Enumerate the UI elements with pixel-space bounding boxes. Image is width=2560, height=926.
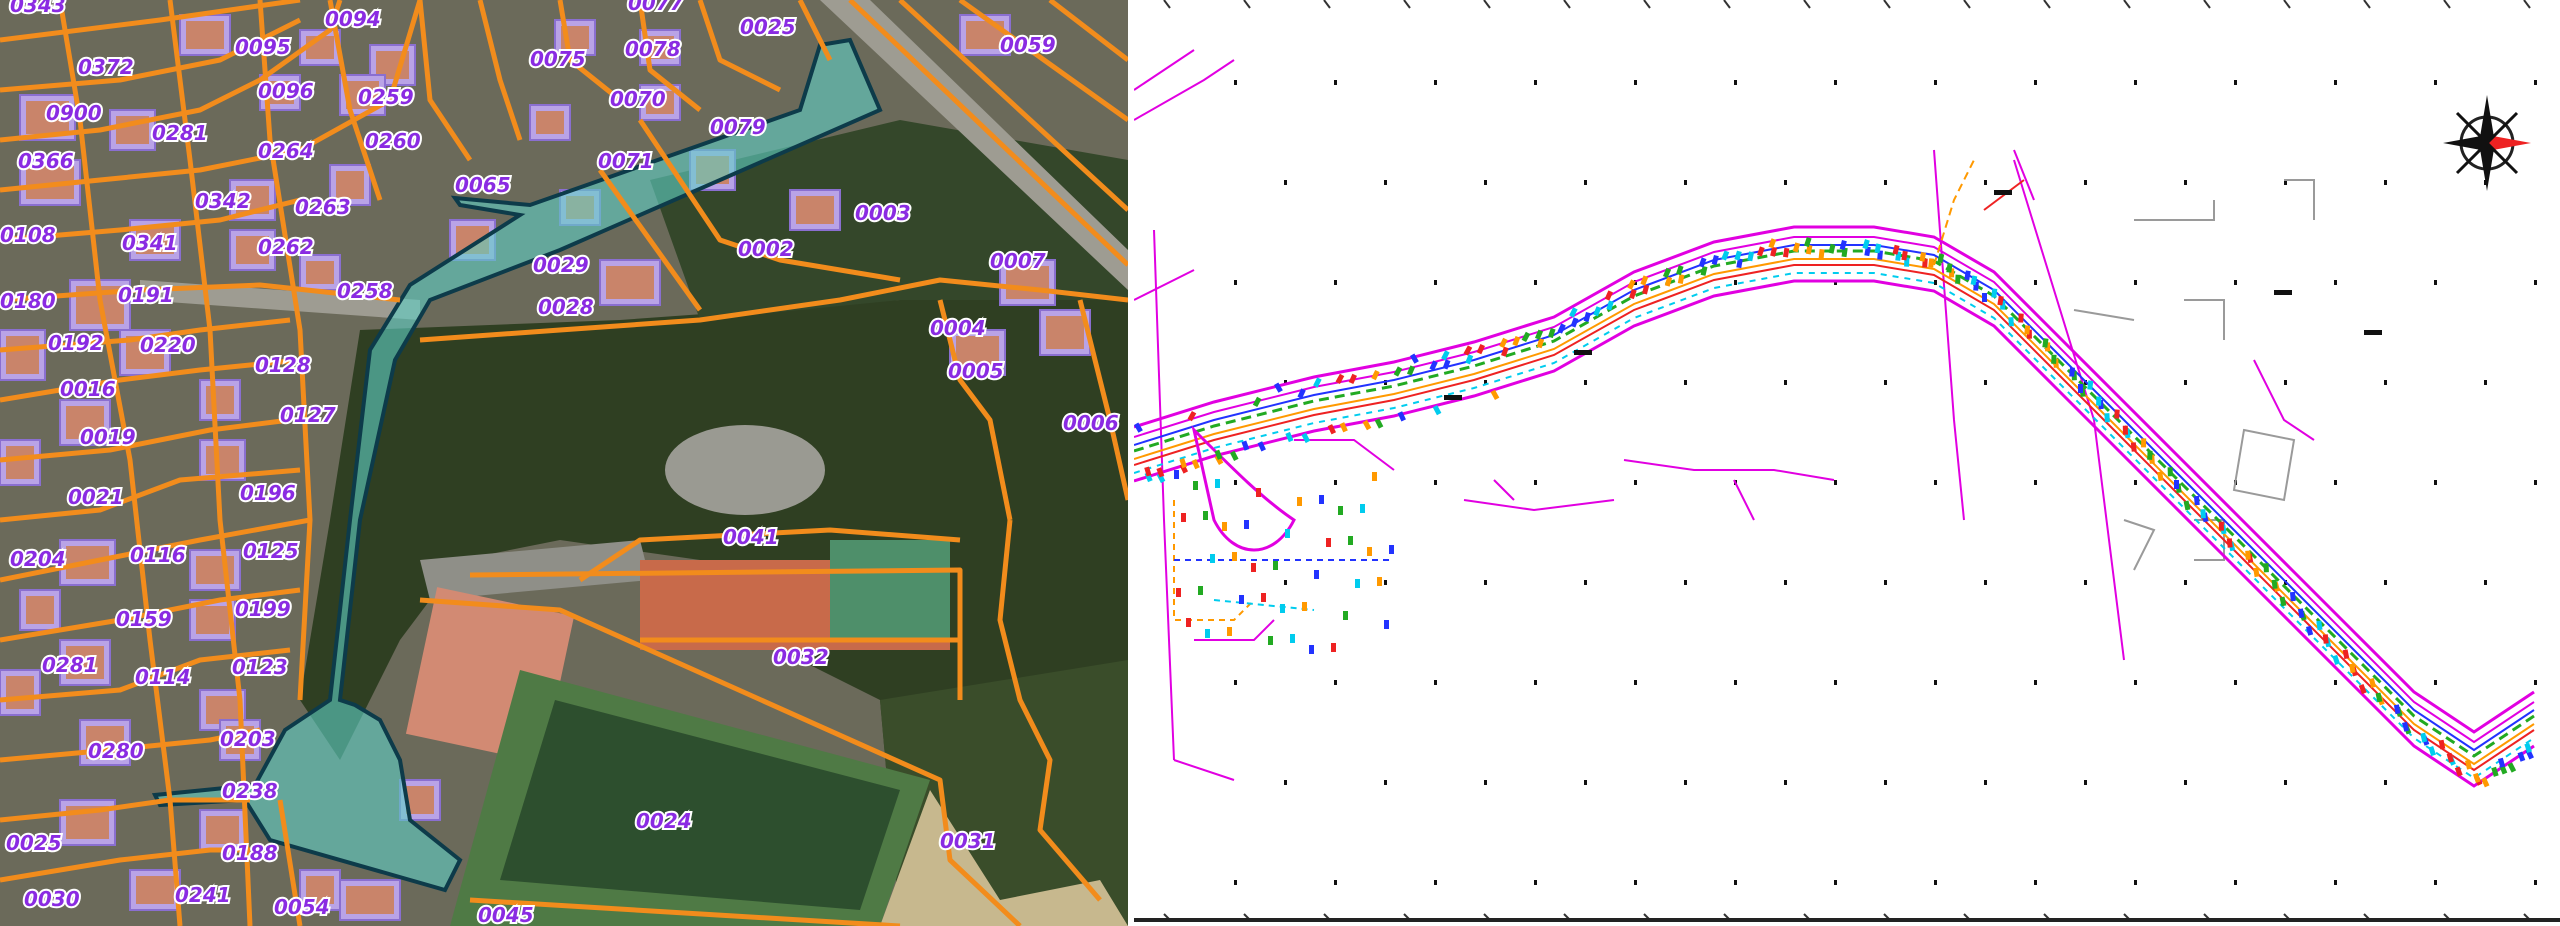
parcel-label: 0004	[930, 316, 986, 340]
parcel-label: 0188	[222, 841, 278, 865]
parcel-label: 0019	[80, 425, 136, 449]
parcel-label: 0108	[0, 223, 56, 247]
parcel-label: 0264	[258, 139, 314, 163]
parcel-label: 0059	[1000, 33, 1056, 57]
parcel-label: 0094	[325, 7, 381, 31]
parcel-label: 0077	[628, 0, 684, 15]
parcel-label: 0192	[48, 331, 104, 355]
parcel-label: 0372	[78, 55, 134, 79]
parcel-label: 0220	[140, 333, 196, 357]
parcel-label: 0262	[258, 235, 314, 259]
parcel-label: 0071	[598, 149, 654, 173]
parcel-label: 0281	[42, 653, 98, 677]
parcel-label: 0045	[478, 903, 534, 926]
parcel-label: 0006	[1063, 411, 1119, 435]
parcel-label: 0259	[358, 85, 414, 109]
parcel-label: 0031	[940, 829, 996, 853]
parcel-label: 0260	[365, 129, 421, 153]
parcel-label: 0025	[740, 15, 796, 39]
parcel-label: 0005	[948, 359, 1004, 383]
parcel-label: 0123	[232, 655, 288, 679]
parcel-label: 0002	[738, 237, 794, 261]
parcel-label: 0281	[152, 121, 208, 145]
parcel-label: 0343	[10, 0, 66, 17]
parcel-label: 0030	[24, 887, 80, 911]
tennis-court-green	[830, 540, 950, 640]
parcel-label: 0341	[122, 231, 178, 255]
parcel-label: 0241	[175, 883, 231, 907]
parcel-label: 0028	[538, 295, 594, 319]
parcel-label: 0342	[195, 189, 251, 213]
parcel-label: 0125	[243, 539, 299, 563]
parcel-label: 0900	[46, 101, 102, 125]
parcel-label: 0075	[530, 47, 586, 71]
parcel-label: 0032	[773, 645, 829, 669]
cad-survey-plan[interactable]	[1134, 0, 2560, 926]
aerial-map-canvas: 0343 0094 0077 0025 0059 0372 0095 0075 0078 0096…	[0, 0, 1128, 926]
parcel-label: 0280	[88, 739, 144, 763]
parcel-label: 0029	[533, 253, 589, 277]
parcel-label: 0238	[222, 779, 278, 803]
parcel-label: 0114	[135, 665, 191, 689]
parcel-label: 0041	[723, 525, 779, 549]
parcel-label: 0024	[636, 809, 692, 833]
parcel-label: 0079	[710, 115, 766, 139]
parcel-label: 0021	[68, 485, 124, 509]
parcel-label: 0070	[610, 87, 666, 111]
parcel-label: 0116	[130, 543, 186, 567]
parcel-label: 0007	[990, 249, 1046, 273]
parcel-label: 0025	[6, 831, 62, 855]
cad-plan-canvas	[1134, 0, 2560, 926]
parcel-label: 0204	[10, 547, 66, 571]
parcel-label: 0095	[235, 35, 291, 59]
parcel-label: 0128	[255, 353, 311, 377]
parking-lot	[665, 425, 825, 515]
parcel-label: 0054	[274, 895, 330, 919]
parcel-label: 0003	[855, 201, 911, 225]
parcel-label: 0196	[240, 481, 296, 505]
parcel-label: 0203	[220, 727, 276, 751]
parcel-label: 0065	[455, 173, 511, 197]
parcel-label: 0016	[60, 377, 116, 401]
parcel-label: 0096	[258, 79, 314, 103]
parcel-label: 0263	[295, 195, 351, 219]
parcel-label: 0258	[337, 279, 393, 303]
parcel-label: 0366	[18, 149, 74, 173]
parcel-label: 0199	[235, 597, 291, 621]
parcel-label: 0191	[118, 283, 174, 307]
parcel-label: 0159	[116, 607, 172, 631]
parcel-label: 0078	[625, 37, 681, 61]
parcel-label: 0180	[0, 289, 56, 313]
parcel-label: 0127	[280, 403, 336, 427]
aerial-cadastral-map[interactable]: 0343 0094 0077 0025 0059 0372 0095 0075 0078 0096…	[0, 0, 1128, 926]
